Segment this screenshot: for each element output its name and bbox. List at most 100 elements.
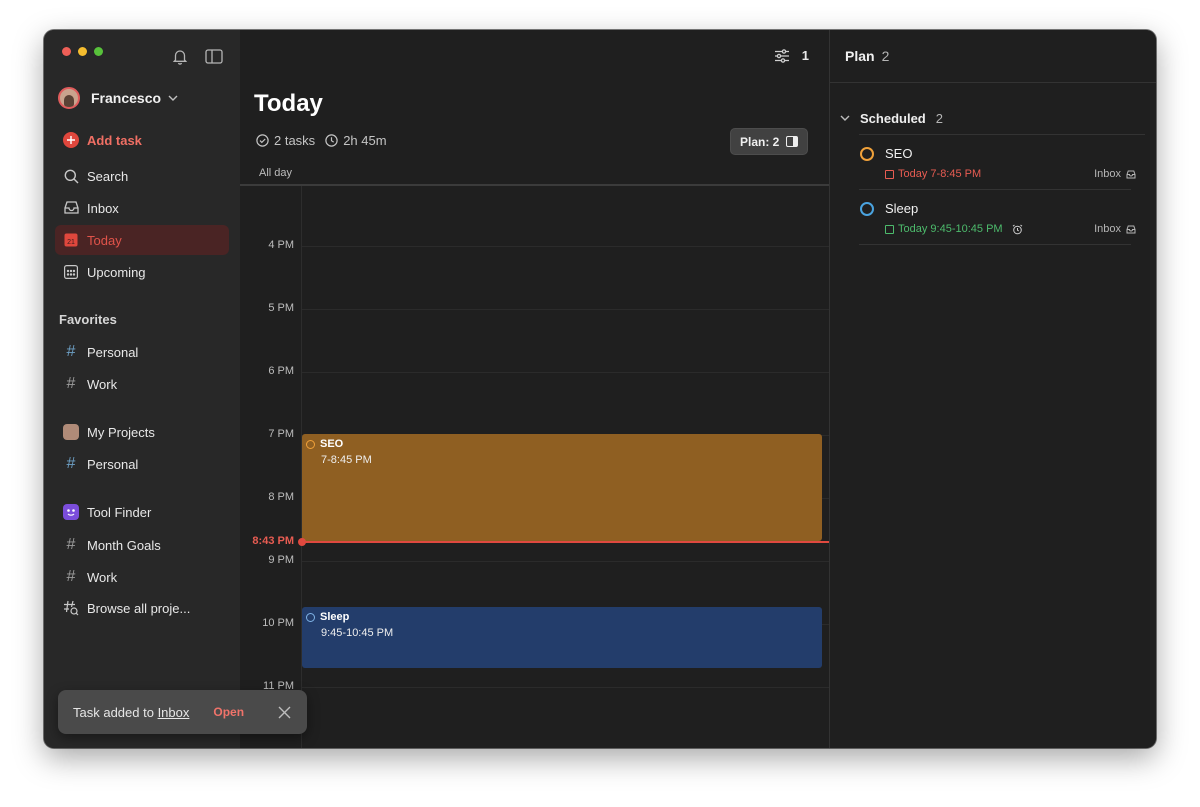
sidebar-item-today[interactable]: 21 Today [55, 225, 229, 255]
sidebar-item-inbox[interactable]: Inbox [55, 193, 229, 223]
add-task-label: Add task [87, 132, 142, 148]
sidebar-item-team-work[interactable]: # Work [55, 562, 229, 592]
sidebar-item-label: Personal [87, 456, 139, 472]
calendar-icon [885, 224, 894, 234]
user-menu[interactable]: Francesco [58, 86, 178, 110]
today-calendar-icon: 21 [63, 232, 79, 248]
team-logo-icon [63, 504, 79, 520]
divider [859, 189, 1131, 190]
sidebar-item-label: Today [87, 232, 122, 248]
task-project: Inbox [1094, 223, 1136, 235]
current-time-line [302, 541, 829, 543]
divider [859, 134, 1145, 135]
plan-task-seo[interactable]: SEO Today 7-8:45 PM Inbox [860, 146, 1136, 186]
chevron-down-icon [168, 93, 178, 104]
sidebar-item-tool-finder[interactable]: Tool Finder [55, 497, 229, 527]
clock-icon [325, 134, 338, 147]
task-name: SEO [885, 146, 913, 161]
plan-button-label: Plan: 2 [740, 134, 780, 149]
user-name: Francesco [91, 90, 162, 106]
filter-count: 1 [801, 48, 809, 63]
calendar-event-seo[interactable]: SEO 7-8:45 PM [302, 434, 822, 541]
avatar [58, 87, 80, 109]
check-circle-icon [256, 134, 269, 147]
hashtag-icon: # [66, 375, 76, 392]
total-duration: 2h 45m [343, 133, 387, 148]
hour-line [302, 561, 829, 562]
hour-label: 9 PM [268, 554, 294, 566]
event-time: 9:45-10:45 PM [321, 627, 394, 639]
hour-label: 8 PM [268, 491, 294, 503]
plan-panel-header: Plan 2 [845, 48, 889, 64]
today-summary: 2 tasks 2h 45m [256, 133, 387, 148]
hour-line [302, 372, 829, 373]
task-name: Sleep [885, 201, 919, 216]
inbox-icon [1126, 225, 1136, 234]
hour-label: 7 PM [268, 428, 294, 440]
hour-label: 10 PM [262, 617, 294, 629]
plan-toggle-button[interactable]: Plan: 2 [730, 128, 809, 155]
sidebar-item-month-goals[interactable]: # Month Goals [55, 530, 229, 560]
sidebar: Francesco Add task Search Inbox 21 Today… [44, 30, 307, 748]
sidebar-item-label: Tool Finder [87, 504, 152, 520]
sidebar-item-label: Inbox [87, 200, 119, 216]
sidebar-item-label: Work [87, 376, 118, 392]
plan-panel-title: Plan [845, 48, 875, 64]
task-due: Today 7-8:45 PM [885, 168, 981, 180]
alarm-icon [1012, 224, 1023, 235]
hour-label: 5 PM [268, 302, 294, 314]
scheduled-section-toggle[interactable]: Scheduled 2 [840, 111, 943, 126]
section-count: 2 [935, 111, 943, 126]
app-window: Francesco Add task Search Inbox 21 Today… [44, 30, 1156, 748]
toggle-sidebar-icon[interactable] [205, 49, 223, 69]
sidebar-item-label: Search [87, 168, 129, 184]
inbox-icon [1126, 170, 1136, 179]
avatar [63, 424, 79, 440]
browse-projects-button[interactable]: Browse all proje... [55, 593, 229, 623]
hour-label: 4 PM [268, 239, 294, 251]
toast-open-button[interactable]: Open [213, 705, 244, 719]
favorites-heading[interactable]: Favorites [59, 312, 117, 327]
toast-notification: Task added to Inbox Open [58, 690, 307, 734]
sidebar-item-label: My Projects [87, 424, 155, 440]
view-options-button[interactable]: 1 [774, 48, 809, 63]
sidebar-item-search[interactable]: Search [55, 161, 229, 191]
plan-panel: Plan 2 Scheduled 2 SEO Today 7-8:45 PM I… [830, 30, 1156, 748]
sidebar-item-my-projects[interactable]: My Projects [55, 417, 229, 447]
section-title: Scheduled [860, 111, 926, 126]
task-checkbox[interactable] [860, 202, 874, 216]
sidebar-item-personal[interactable]: # Personal [55, 337, 229, 367]
calendar-event-sleep[interactable]: Sleep 9:45-10:45 PM [302, 607, 822, 668]
minimize-window-button[interactable] [78, 47, 87, 56]
sidebar-item-label: Browse all proje... [87, 600, 191, 616]
calendar-icon [885, 169, 894, 179]
zoom-window-button[interactable] [94, 47, 103, 56]
hashtag-icon: # [66, 568, 76, 585]
page-title: Today [254, 90, 323, 117]
divider [830, 82, 1156, 83]
task-project: Inbox [1094, 168, 1136, 180]
toast-inbox-link[interactable]: Inbox [158, 705, 190, 720]
divider [859, 244, 1131, 245]
hour-line [302, 246, 829, 247]
close-window-button[interactable] [62, 47, 71, 56]
task-circle-icon[interactable] [306, 439, 315, 449]
all-day-label: All day [259, 167, 293, 179]
sidebar-item-work[interactable]: # Work [55, 369, 229, 399]
sidebar-item-personal-project[interactable]: # Personal [55, 449, 229, 479]
calendar-grid[interactable]: 4 PM 5 PM 6 PM 7 PM 8 PM 9 PM 10 PM 11 P… [240, 186, 829, 748]
plan-task-sleep[interactable]: Sleep Today 9:45-10:45 PM Inbox [860, 201, 1136, 241]
task-checkbox[interactable] [860, 147, 874, 161]
task-due: Today 9:45-10:45 PM [885, 223, 1023, 235]
panel-toggle-icon [786, 136, 799, 147]
toast-message: Task added to Inbox [73, 704, 190, 720]
search-icon [63, 168, 79, 184]
bell-icon[interactable] [172, 48, 188, 70]
close-icon[interactable] [278, 706, 291, 719]
plus-circle-icon [63, 132, 79, 148]
current-time-dot [298, 538, 306, 546]
add-task-button[interactable]: Add task [55, 125, 229, 155]
task-circle-icon[interactable] [306, 612, 315, 622]
sliders-icon [774, 48, 790, 63]
sidebar-item-upcoming[interactable]: Upcoming [55, 257, 229, 287]
